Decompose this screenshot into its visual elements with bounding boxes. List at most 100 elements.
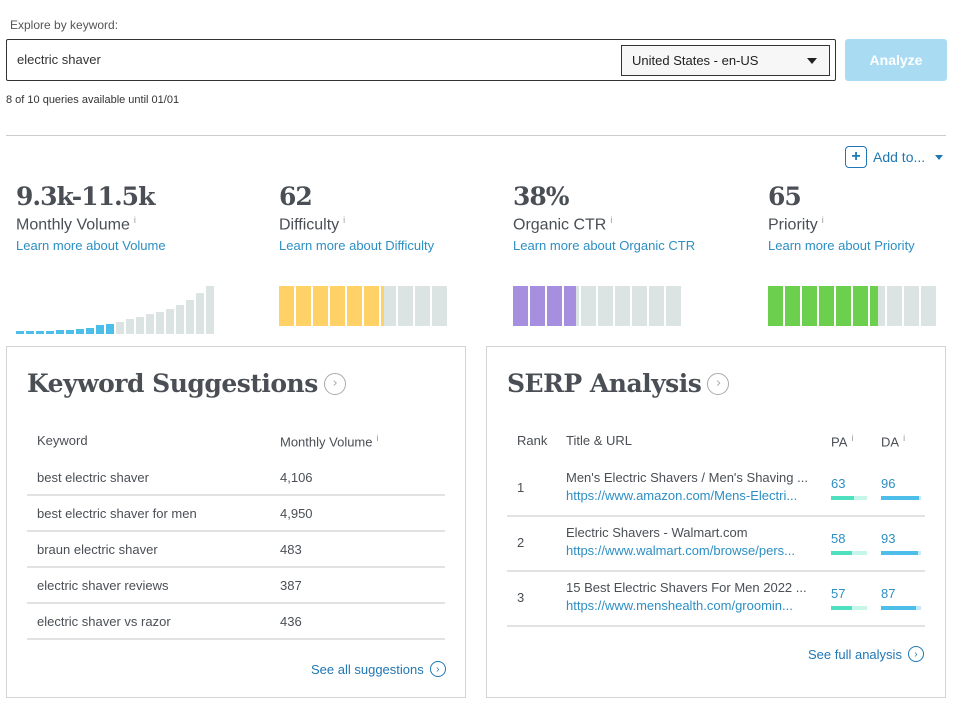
info-icon[interactable]: i [851,433,853,443]
search-label: Explore by keyword: [10,18,119,32]
volume-bar [46,330,54,335]
keyword: electric shaver reviews [37,578,169,593]
volume: 387 [280,578,302,593]
level-segment [768,286,783,327]
locale-select[interactable]: United States - en-US [621,45,830,76]
keyword-suggestions-card: Keyword Suggestions › Keyword Monthly Vol… [6,346,466,698]
info-icon[interactable]: i [134,215,136,225]
level-segment [398,286,413,327]
da-value[interactable]: 87 [881,586,895,601]
table-row: 2 Electric Shavers - Walmart.com https:/… [507,517,925,572]
metric-2: 38% Organic CTR i Learn more about Organi… [513,182,695,327]
level-segment [296,286,311,327]
chevron-right-circle-icon[interactable]: › [707,372,730,395]
level-segment [598,286,613,327]
table-row[interactable]: electric shaver reviews 387 [27,568,445,604]
da-bar [881,606,921,610]
level-segment [415,286,430,327]
learn-more-link[interactable]: Learn more about Priority [768,238,936,253]
metric-value: 9.3k-11.5k [16,182,155,211]
title-text: SERP Analysis [507,369,702,398]
locale-value: United States - en-US [632,53,759,68]
learn-more-link[interactable]: Learn more about Organic CTR [513,238,695,253]
col-title-url: Title & URL [566,433,632,448]
level-segment [432,286,447,327]
metric-label: Priority [768,216,818,234]
level-segment [921,286,936,327]
chevron-right-circle-icon[interactable]: › [323,372,346,395]
pa-value[interactable]: 63 [831,476,845,491]
col-da: DA i [881,433,905,449]
analyze-button[interactable]: Analyze [845,39,947,81]
table-row[interactable]: electric shaver vs razor 436 [27,604,445,640]
table-row[interactable]: best electric shaver for men 4,950 [27,496,445,532]
level-segment [547,286,562,327]
link-text: See all suggestions [311,661,424,677]
level-segment [632,286,647,327]
keyword-input[interactable] [17,52,597,67]
volume-bar [16,331,24,335]
info-icon[interactable]: i [343,215,345,225]
level-segment [887,286,902,327]
col-label: PA [831,434,848,450]
table-row: 3 15 Best Electric Shavers For Men 2022 … [507,572,925,627]
metric-name: Priority i [768,215,936,234]
volume-bar [176,304,184,335]
level-segment [564,286,579,327]
metric-label: Monthly Volume [16,216,130,234]
metric-value: 65 [768,182,802,211]
metric-label: Organic CTR [513,216,607,234]
metric-1: 62 Difficulty i Learn more about Difficul… [279,182,447,327]
info-icon[interactable]: i [822,215,824,225]
add-to-label: Add to... [873,149,926,165]
result-url[interactable]: https://www.amazon.com/Mens-Electri... [566,488,821,503]
result-title: 15 Best Electric Shavers For Men 2022 ..… [566,580,807,595]
metric-0: 9.3k-11.5k Monthly Volume i Learn more ab… [16,182,214,335]
level-segment [615,286,630,327]
pa-bar [831,606,867,610]
see-full-analysis-link[interactable]: See full analysis › [808,646,924,662]
level-segment [870,286,885,327]
level-segment [513,286,528,327]
da-value[interactable]: 96 [881,476,895,491]
result-url[interactable]: https://www.menshealth.com/groomin... [566,598,821,613]
info-icon[interactable]: i [903,433,905,443]
see-all-suggestions-link[interactable]: See all suggestions › [311,661,446,677]
da-value[interactable]: 93 [881,531,895,546]
add-to-button[interactable]: + Add to... [845,146,944,168]
volume-bar [66,329,74,335]
pa-value[interactable]: 57 [831,586,845,601]
volume-bar [136,317,144,335]
info-icon[interactable]: i [610,215,612,225]
table-row[interactable]: best electric shaver 4,106 [27,460,445,496]
volume-bar [186,299,194,335]
level-segment [530,286,545,327]
rank: 3 [517,590,525,605]
col-label: DA [881,434,900,450]
result-url[interactable]: https://www.walmart.com/browse/pers... [566,543,821,558]
table-row[interactable]: braun electric shaver 483 [27,532,445,568]
level-segment [666,286,681,327]
learn-more-link[interactable]: Learn more about Difficulty [279,238,447,253]
keyword: braun electric shaver [37,542,158,557]
col-monthly-volume: Monthly Volume i [280,433,379,449]
volume-bar [96,325,104,335]
search-box: United States - en-US [6,39,836,81]
level-segment [802,286,817,327]
learn-more-link[interactable]: Learn more about Volume [16,238,214,253]
rank: 2 [517,535,525,550]
level-segment [364,286,379,327]
level-segment [819,286,834,327]
metric-value: 62 [279,182,313,211]
keyword: electric shaver vs razor [37,614,171,629]
volume-bar [156,311,164,335]
level-segment [649,286,664,327]
caret-down-icon [935,154,944,160]
pa-value[interactable]: 58 [831,531,845,546]
da-bar [881,496,921,500]
metric-value: 38% [513,182,570,211]
volume: 4,106 [280,470,313,485]
info-icon[interactable]: i [377,433,379,443]
metric-name: Difficulty i [279,215,447,234]
volume-bar [166,308,174,335]
